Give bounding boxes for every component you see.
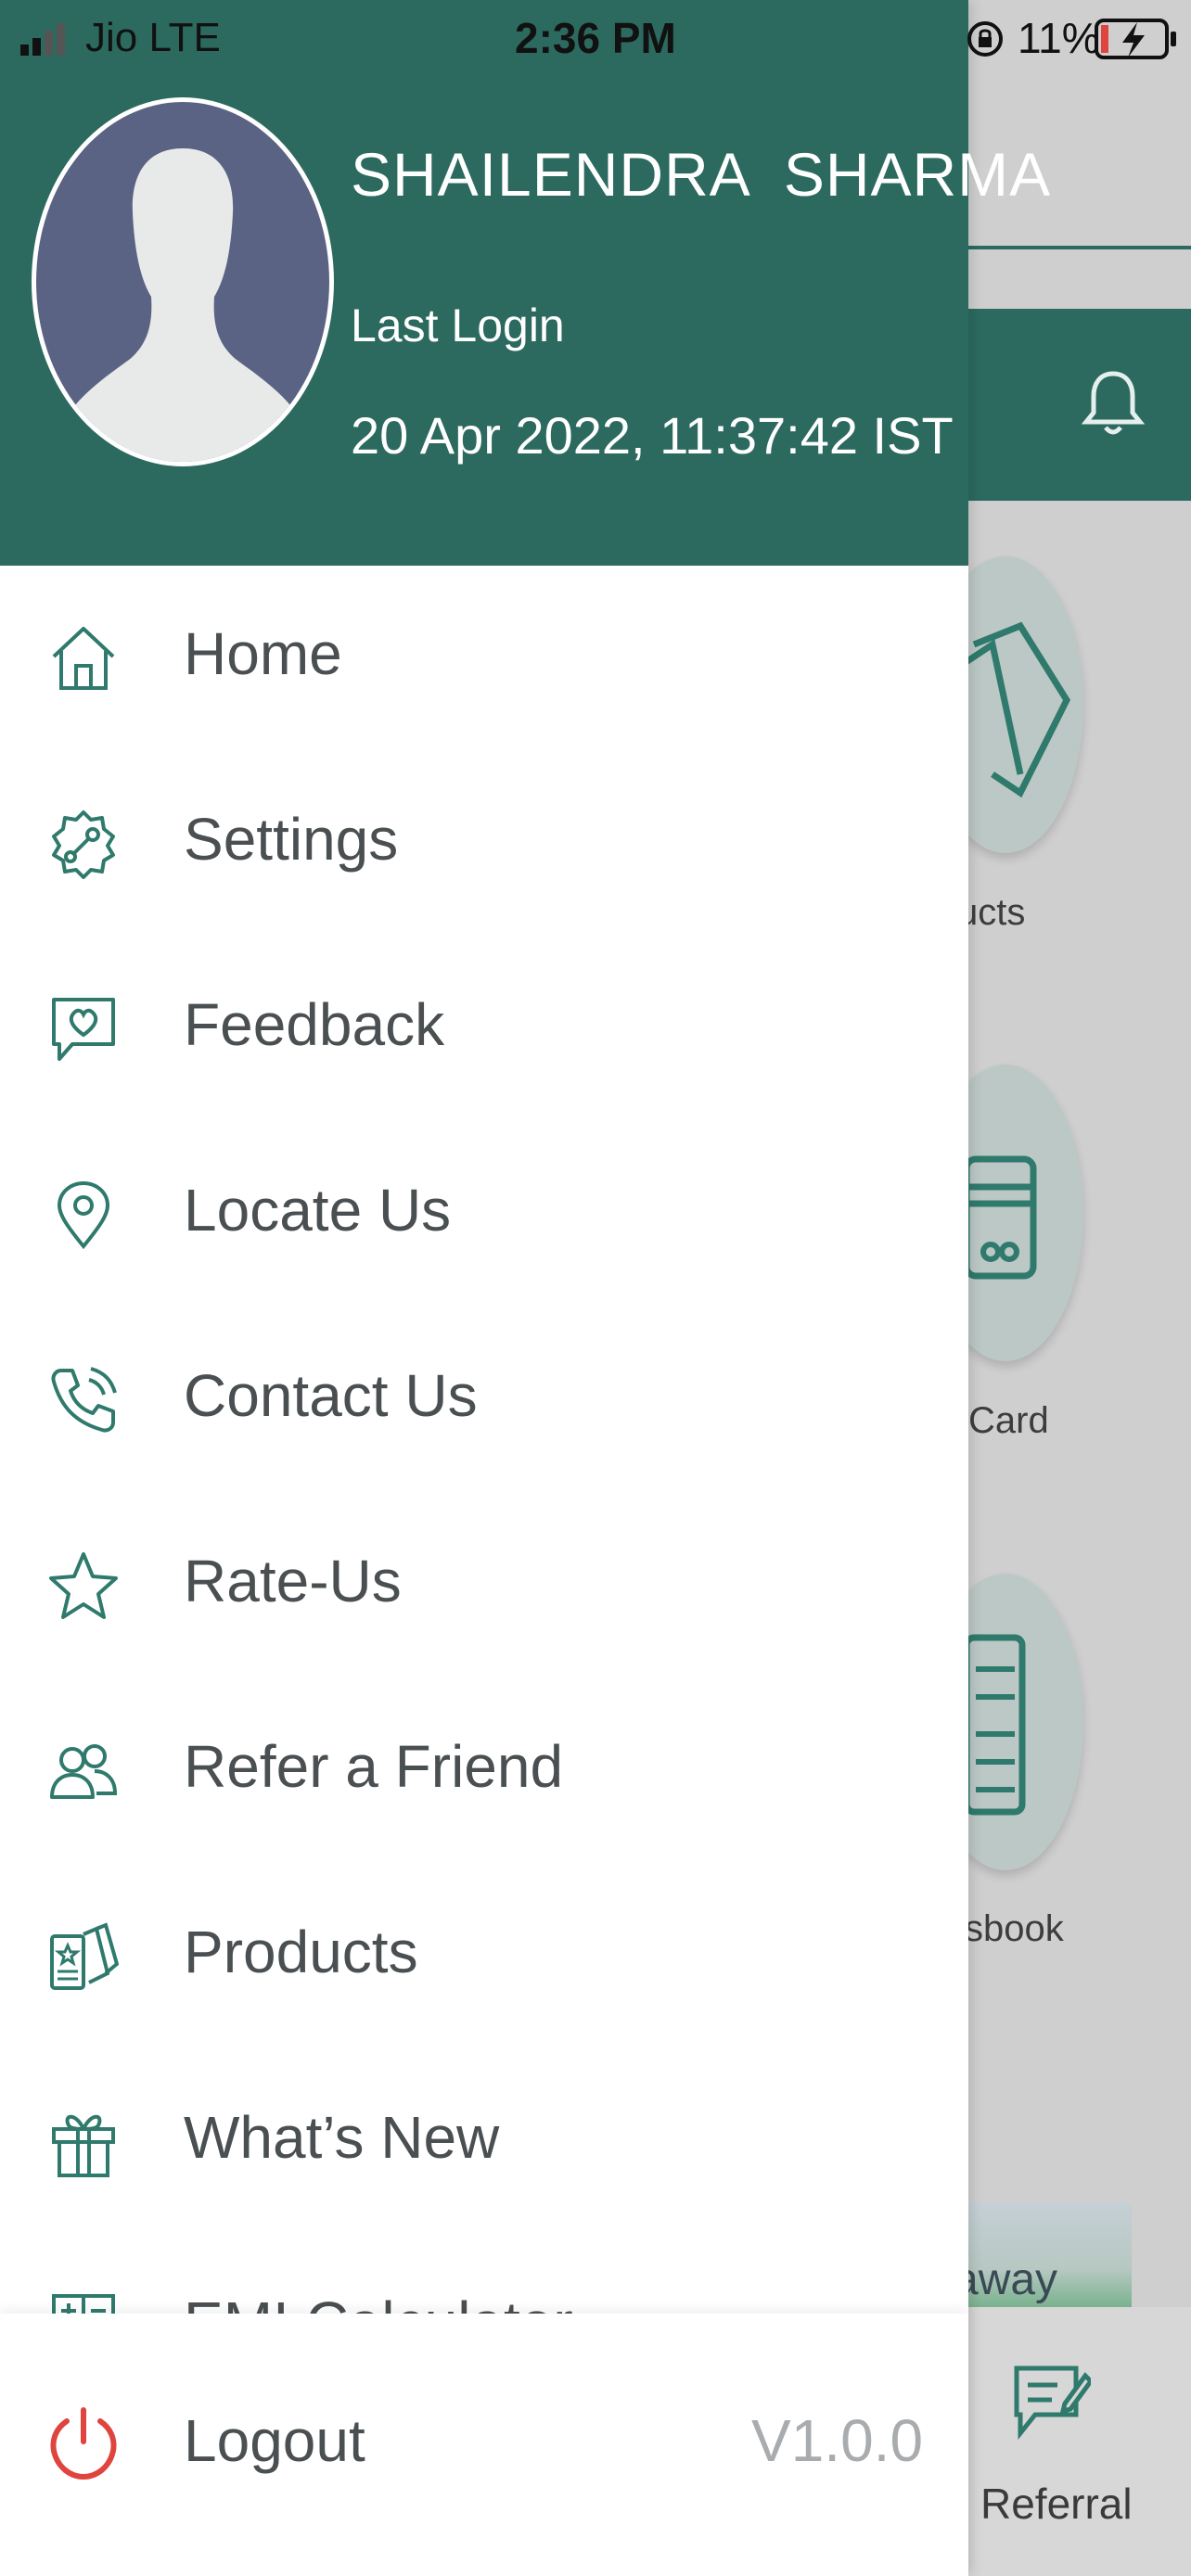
bg-green-toolbar — [965, 309, 1191, 501]
menu-item-products[interactable]: Products — [0, 1864, 968, 2049]
bg-header-divider — [965, 246, 1191, 249]
power-icon[interactable] — [48, 2406, 119, 2480]
products-cards-icon — [955, 607, 1085, 802]
navigation-drawer: SHAILENDRA SHARMA Last Login 20 Apr 2022… — [0, 0, 1050, 2576]
settings-gear-icon — [48, 809, 119, 879]
bg-promo-text: away — [965, 2255, 1058, 2304]
logout-button[interactable]: Logout — [184, 2406, 365, 2475]
menu-item-contact-us[interactable]: Contact Us — [0, 1307, 968, 1493]
battery-charging-icon — [1095, 17, 1178, 61]
orientation-lock-icon — [965, 19, 1005, 59]
menu-list: Home Settings Feedback Locate Us Contact… — [0, 566, 968, 2314]
menu-item-rate-us[interactable]: Rate-Us — [0, 1493, 968, 1678]
menu-item-label: Settings — [184, 806, 399, 873]
clock: 2:36 PM — [515, 14, 676, 62]
bg-promo-banner[interactable]: away — [965, 2202, 1132, 2314]
app-version: V1.0.0 — [751, 2407, 924, 2474]
menu-item-label: Products — [184, 1919, 418, 1985]
gift-icon — [48, 2107, 119, 2177]
profile-header: SHAILENDRA SHARMA Last Login 20 Apr 2022… — [0, 0, 1050, 566]
menu-item-refer-a-friend[interactable]: Refer a Friend — [0, 1678, 968, 1864]
bg-tile-label: Card — [968, 1400, 1049, 1441]
menu-item-label: Rate-Us — [184, 1548, 402, 1614]
referral-icon[interactable] — [1011, 2363, 1091, 2442]
menu-item-settings[interactable]: Settings — [0, 751, 968, 937]
bg-nav-label-referral[interactable]: Referral — [980, 2479, 1133, 2529]
menu-item-emi-calculator[interactable]: EMI Calculator — [0, 2235, 968, 2314]
menu-item-locate-us[interactable]: Locate Us — [0, 1122, 968, 1307]
menu-item-feedback[interactable]: Feedback — [0, 937, 968, 1122]
bell-icon[interactable] — [1081, 366, 1146, 440]
status-bar: Jio LTE 2:36 PM 11% — [0, 0, 1191, 80]
menu-item-label: EMI Calculator — [184, 2289, 573, 2314]
menu-item-whats-new[interactable]: What’s New — [0, 2049, 968, 2235]
card-icon — [963, 1150, 1037, 1289]
menu-item-label: Feedback — [184, 991, 445, 1058]
calculator-icon — [48, 2292, 119, 2314]
menu-item-label: Contact Us — [184, 1362, 478, 1429]
star-icon — [48, 1550, 119, 1621]
menu-item-label: Refer a Friend — [184, 1733, 564, 1800]
menu-item-label: Home — [184, 620, 342, 687]
carrier-label: Jio LTE — [85, 15, 221, 60]
bg-tile-label: sbook — [965, 1908, 1064, 1949]
home-icon — [48, 623, 119, 694]
last-login-value: 20 Apr 2022, 11:37:42 IST — [351, 406, 954, 465]
menu-item-label: Locate Us — [184, 1177, 452, 1243]
menu-item-label: What’s New — [184, 2104, 500, 2171]
phone-icon — [48, 1365, 119, 1435]
drawer-footer: Logout V1.0.0 — [0, 2314, 968, 2576]
battery-percentage: 11% — [1018, 14, 1100, 62]
signal-strength-icon — [20, 20, 76, 57]
user-name: SHAILENDRA SHARMA — [351, 140, 1052, 209]
users-icon — [48, 1736, 119, 1806]
location-pin-icon — [48, 1180, 119, 1250]
products-cards-icon — [48, 1921, 119, 1992]
passbook-icon — [963, 1632, 1028, 1817]
menu-item-home[interactable]: Home — [0, 566, 968, 751]
last-login-label: Last Login — [351, 300, 565, 351]
avatar[interactable] — [32, 97, 334, 466]
feedback-heart-icon — [48, 994, 119, 1065]
